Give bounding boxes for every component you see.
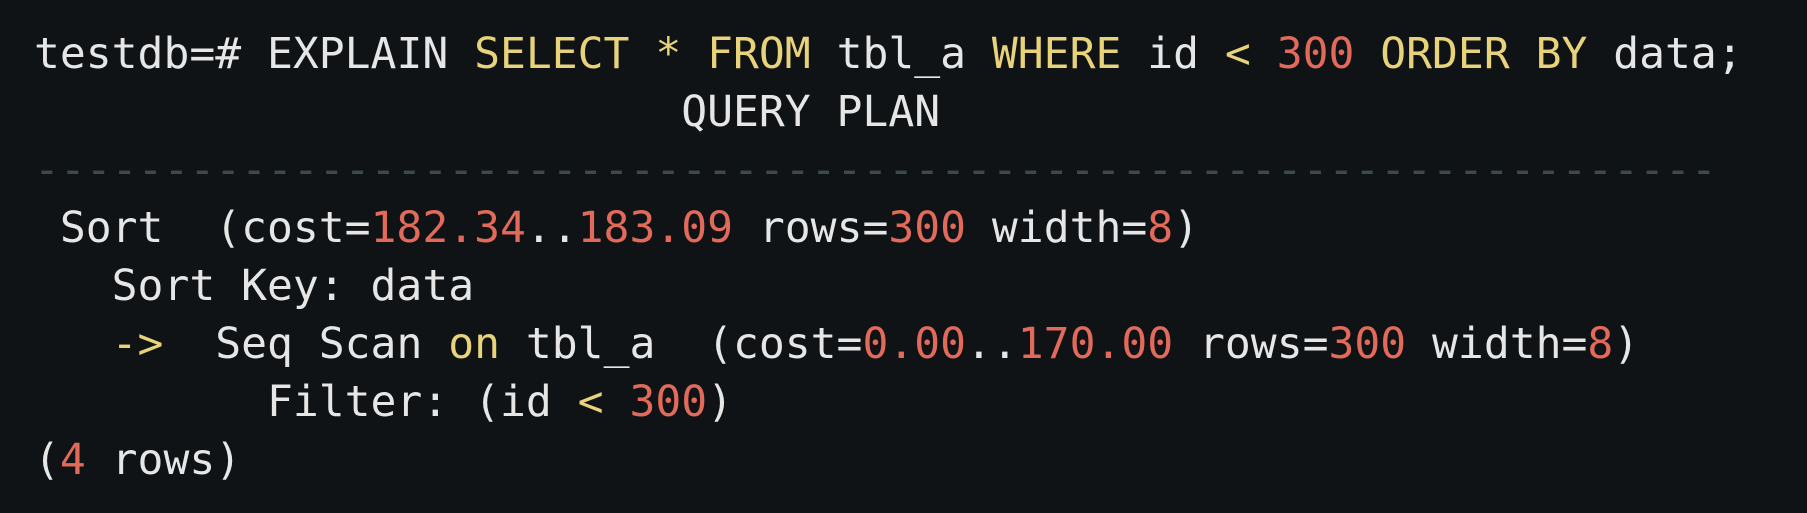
query-plan-title: QUERY PLAN (681, 87, 941, 137)
table-name: tbl_a (810, 29, 992, 79)
cost-dots: .. (966, 319, 1018, 369)
limit-value: 300 (1276, 29, 1355, 79)
scan-width: 8 (1587, 319, 1614, 369)
query-plan-header: QUERY PLAN (34, 82, 940, 142)
arrow-icon: -> (111, 319, 164, 369)
where-column: id (1121, 29, 1225, 79)
sort-key-text: Sort Key: data (34, 261, 475, 311)
filter-value: 300 (629, 377, 708, 427)
close-paren: ) (1613, 319, 1640, 369)
sort-cost-end: 183.09 (577, 203, 734, 253)
plan-row-seq-scan: -> Seq Scan on tbl_a (cost=0.00..170.00 … (34, 314, 1639, 374)
from-keyword: FROM (707, 29, 811, 79)
scan-table: tbl_a (cost= (500, 319, 863, 369)
less-than-operator: < (1224, 29, 1251, 79)
width-label: width= (1406, 319, 1588, 369)
explain-keyword: EXPLAIN (267, 29, 475, 79)
where-keyword: WHERE (991, 29, 1122, 79)
scan-cost-start: 0.00 (862, 319, 967, 369)
result-separator: ----------------------------------------… (34, 145, 1717, 195)
rows-label: rows= (1173, 319, 1329, 369)
rows-label: rows= (733, 203, 889, 253)
select-keyword: SELECT (474, 29, 630, 79)
scan-indent (34, 319, 112, 369)
plan-row-filter: Filter: (id < 300) (34, 372, 733, 432)
width-label: width= (966, 203, 1148, 253)
close-paren: ) (707, 377, 733, 427)
psql-command-line: testdb=# EXPLAIN SELECT * FROM tbl_a WHE… (34, 24, 1743, 84)
star-operator: * (629, 29, 708, 79)
plan-row-sort: Sort (cost=182.34..183.09 rows=300 width… (34, 198, 1199, 258)
header-indent (34, 87, 681, 137)
sort-label: Sort (cost= (34, 203, 371, 253)
filter-label: Filter: (id (34, 377, 578, 427)
terminal-window[interactable]: testdb=# EXPLAIN SELECT * FROM tbl_a WHE… (0, 0, 1807, 513)
on-keyword: on (448, 319, 501, 369)
row-count: 4 (59, 435, 86, 485)
rows-suffix: rows) (85, 435, 242, 485)
seq-scan-label: Seq Scan (163, 319, 449, 369)
prompt-prefix: testdb=# (34, 29, 267, 79)
cost-dots: .. (525, 203, 578, 253)
plan-row-sort-key: Sort Key: data (34, 256, 474, 316)
open-paren: ( (34, 435, 60, 485)
scan-rows: 300 (1328, 319, 1407, 369)
sort-rows: 300 (888, 203, 967, 253)
order-by-keyword: ORDER BY (1380, 29, 1588, 79)
filter-less-than: < (577, 377, 604, 427)
close-paren: ) (1173, 203, 1200, 253)
order-column: data; (1587, 29, 1743, 79)
scan-cost-end: 170.00 (1017, 319, 1174, 369)
sort-width: 8 (1147, 203, 1174, 253)
sort-cost-start: 182.34 (370, 203, 526, 253)
row-count-footer: (4 rows) (34, 430, 241, 490)
